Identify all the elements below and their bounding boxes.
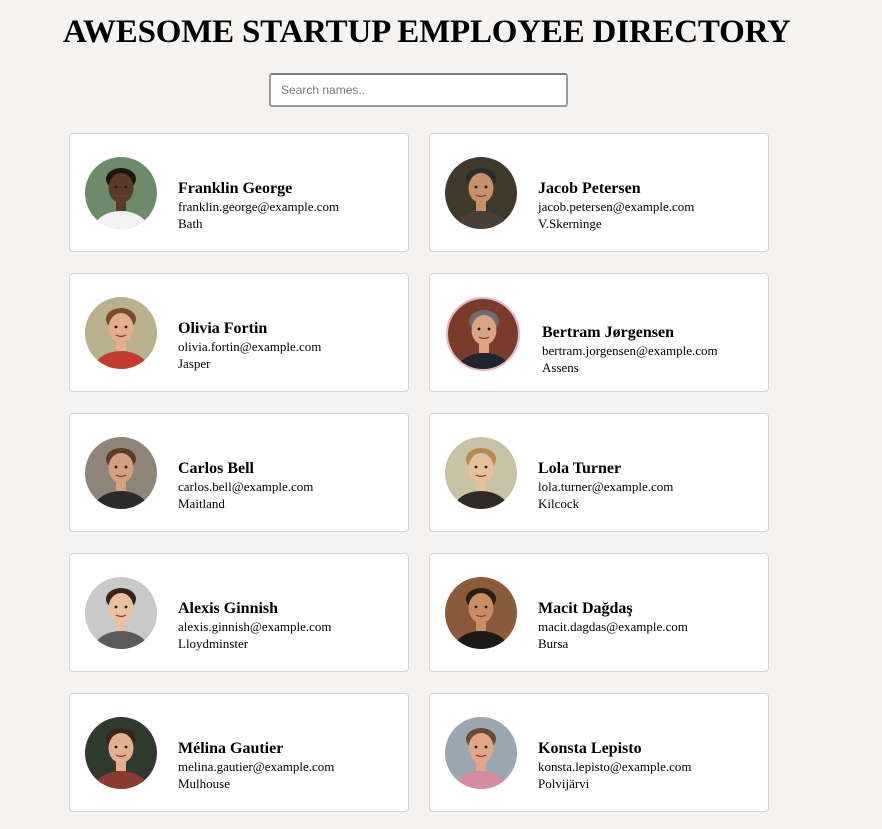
employee-name: Jacob Petersen <box>538 180 641 197</box>
employee-card[interactable]: Bertram Jørgensen bertram.jorgensen@exam… <box>429 273 769 392</box>
employee-card[interactable]: Lola Turner lola.turner@example.com Kilc… <box>429 413 769 532</box>
person-photo-icon <box>85 577 157 649</box>
employee-city: Polvijärvi <box>538 775 590 791</box>
employee-email: franklin.george@example.com <box>178 199 340 214</box>
employee-email: melina.gautier@example.com <box>178 759 335 774</box>
employee-name: Macit Dağdaş <box>538 600 633 617</box>
directory-page: AWESOME STARTUP EMPLOYEE DIRECTORY Frank… <box>0 0 882 829</box>
employee-city: Assens <box>542 359 579 375</box>
employee-city: Mulhouse <box>178 775 230 791</box>
employee-name: Lola Turner <box>538 460 622 477</box>
person-photo-icon <box>445 717 517 789</box>
person-photo-icon <box>85 297 157 369</box>
employee-email: lola.turner@example.com <box>538 479 674 494</box>
employee-name: Franklin George <box>178 180 293 197</box>
employee-card[interactable]: Konsta Lepisto konsta.lepisto@example.co… <box>429 693 769 812</box>
employee-card[interactable]: Jacob Petersen jacob.petersen@example.co… <box>429 133 769 252</box>
employee-email: macit.dagdas@example.com <box>538 619 688 634</box>
employee-name: Olivia Fortin <box>178 320 268 337</box>
person-photo-icon <box>445 437 517 509</box>
employee-email: alexis.ginnish@example.com <box>178 619 332 634</box>
employee-card[interactable]: Carlos Bell carlos.bell@example.com Mait… <box>69 413 409 532</box>
employee-city: Bath <box>178 215 203 231</box>
employee-card[interactable]: Olivia Fortin olivia.fortin@example.com … <box>69 273 409 392</box>
employee-card[interactable]: Alexis Ginnish alexis.ginnish@example.co… <box>69 553 409 672</box>
employee-city: Bursa <box>538 635 569 651</box>
employee-email: bertram.jorgensen@example.com <box>542 343 718 358</box>
employee-name: Carlos Bell <box>178 460 254 477</box>
person-photo-icon <box>445 157 517 229</box>
employee-city: Kilcock <box>538 495 580 511</box>
employee-card[interactable]: Mélina Gautier melina.gautier@example.co… <box>69 693 409 812</box>
employee-email: jacob.petersen@example.com <box>538 199 695 214</box>
employee-city: Lloydminster <box>178 635 249 651</box>
person-photo-icon <box>446 297 520 371</box>
employee-city: Jasper <box>178 355 211 371</box>
person-photo-icon <box>85 717 157 789</box>
employee-city: V.Skerninge <box>538 215 602 231</box>
person-photo-icon <box>85 437 157 509</box>
employee-city: Maitland <box>178 495 225 511</box>
employee-name: Bertram Jørgensen <box>542 324 674 341</box>
employee-name: Mélina Gautier <box>178 740 284 757</box>
employee-card[interactable]: Macit Dağdaş macit.dagdas@example.com Bu… <box>429 553 769 672</box>
employee-email: carlos.bell@example.com <box>178 479 314 494</box>
person-photo-icon <box>85 157 157 229</box>
employee-name: Alexis Ginnish <box>178 600 279 617</box>
employee-name: Konsta Lepisto <box>538 740 642 757</box>
person-photo-icon <box>445 577 517 649</box>
employee-email: konsta.lepisto@example.com <box>538 759 692 774</box>
employee-email: olivia.fortin@example.com <box>178 339 322 354</box>
employee-card[interactable]: Franklin George franklin.george@example.… <box>69 133 409 252</box>
search-input[interactable] <box>269 73 568 107</box>
page-title: AWESOME STARTUP EMPLOYEE DIRECTORY <box>63 14 791 50</box>
